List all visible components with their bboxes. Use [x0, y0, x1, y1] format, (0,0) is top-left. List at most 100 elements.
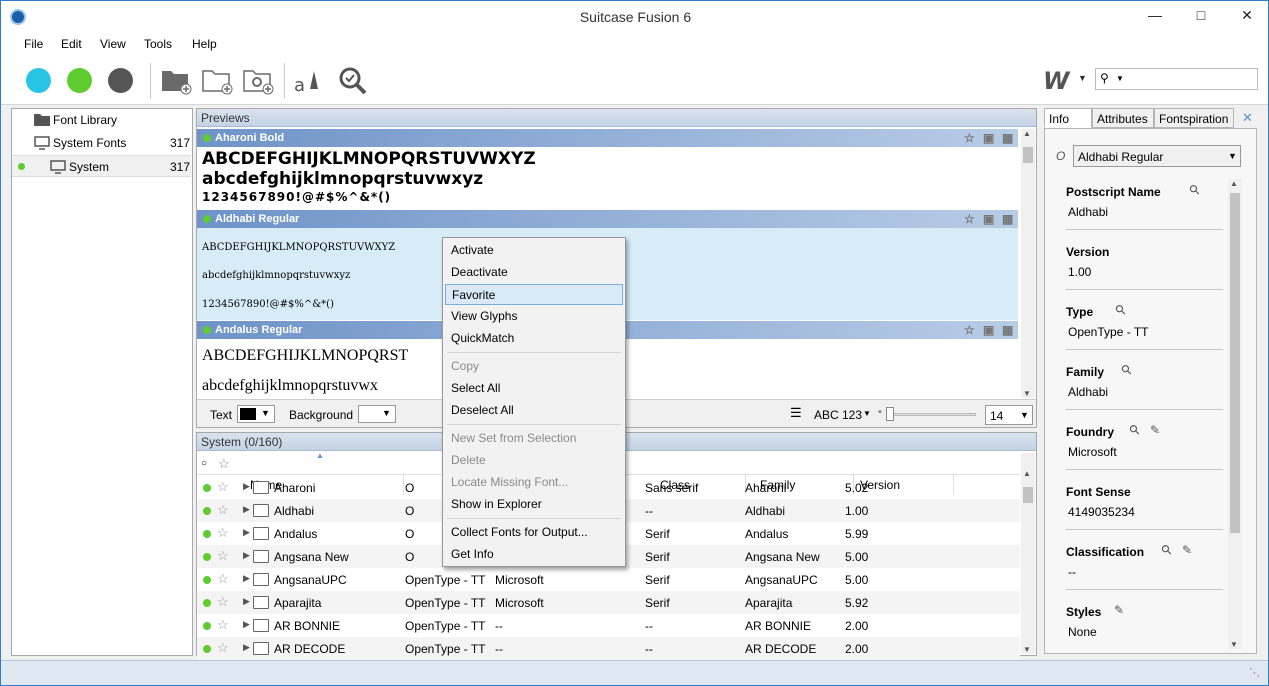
expand-icon[interactable]: ▦	[1002, 131, 1013, 145]
edit-pencil-icon[interactable]: ✎	[1150, 423, 1160, 437]
menu-item-deactivate[interactable]: Deactivate	[445, 262, 623, 283]
webink-logo-icon[interactable]: W	[1043, 69, 1073, 91]
star-icon[interactable]: ☆	[217, 502, 229, 518]
chevron-down-icon[interactable]: ▼	[1023, 389, 1031, 398]
table-row[interactable]: ☆ ▶ AR BONNIE OpenType - TT -- -- AR BONNIE 2.0…	[197, 614, 1020, 637]
chevron-down-icon[interactable]: ▼	[1023, 645, 1031, 654]
search-icon[interactable]: ⚲	[1158, 541, 1176, 559]
expand-triangle-icon[interactable]: ▶	[243, 619, 250, 630]
star-icon[interactable]: ☆	[964, 323, 975, 337]
close-button[interactable]: ✕	[1224, 1, 1268, 31]
expand-icon[interactable]: ▦	[1002, 212, 1013, 226]
activation-column-icon[interactable]: ○	[201, 458, 207, 469]
search-icon[interactable]: ⚲	[1112, 301, 1130, 319]
preview-mode-icon[interactable]: ☰	[790, 405, 802, 421]
scroll-thumb[interactable]	[1023, 487, 1033, 503]
edit-pencil-icon[interactable]: ✎	[1114, 603, 1124, 617]
expand-triangle-icon[interactable]: ▶	[243, 504, 250, 515]
new-set-icon[interactable]	[201, 65, 233, 95]
preview-scrollbar[interactable]: ▲ ▼	[1021, 129, 1035, 398]
chevron-up-icon[interactable]: ▲	[1023, 129, 1031, 138]
star-icon[interactable]: ☆	[217, 640, 229, 656]
camera-icon[interactable]: ▣	[983, 131, 994, 145]
menu-help[interactable]: Help	[192, 37, 217, 51]
new-library-icon[interactable]	[160, 65, 192, 95]
chevron-down-icon[interactable]: ▼	[1116, 74, 1124, 83]
favorite-column-icon[interactable]: ☆	[218, 456, 230, 472]
preview-header-aharoni[interactable]: Aharoni Bold ☆ ▣ ▦	[197, 129, 1018, 147]
active-dot[interactable]	[203, 645, 211, 653]
menu-item-favorite[interactable]: Favorite	[445, 284, 623, 305]
activate-temporary-button[interactable]	[26, 68, 51, 93]
menu-item-quickmatch[interactable]: QuickMatch	[445, 328, 623, 349]
table-row[interactable]: ☆ ▶ AngsanaUPC OpenType - TT Microsoft Serif A…	[197, 568, 1020, 591]
menu-item-activate[interactable]: Activate	[445, 240, 623, 261]
search-icon[interactable]: ⚲	[1126, 421, 1144, 439]
search-input[interactable]: ⚲ ▼	[1095, 68, 1258, 90]
menu-file[interactable]: File	[24, 37, 43, 51]
expand-triangle-icon[interactable]: ▶	[243, 481, 250, 492]
active-dot[interactable]	[203, 553, 211, 561]
table-row[interactable]: ☆ ▶ AR DECODE OpenType - TT -- -- AR DECODE 2.0…	[197, 637, 1020, 660]
tab-attributes[interactable]: Attributes	[1092, 108, 1154, 128]
camera-icon[interactable]: ▣	[983, 212, 994, 226]
scroll-thumb[interactable]	[1230, 193, 1240, 533]
font-selector[interactable]: Aldhabi Regular ▼	[1073, 145, 1241, 167]
tab-info[interactable]: Info	[1044, 108, 1092, 128]
background-color-picker[interactable]: ▼	[358, 405, 396, 423]
expand-triangle-icon[interactable]: ▶	[243, 527, 250, 538]
library-item-font-library[interactable]: Font Library	[12, 109, 191, 131]
expand-triangle-icon[interactable]: ▶	[243, 596, 250, 607]
scroll-thumb[interactable]	[1023, 147, 1033, 163]
star-icon[interactable]: ☆	[964, 131, 975, 145]
menu-item-show-in-explorer[interactable]: Show in Explorer	[445, 494, 623, 515]
star-icon[interactable]: ☆	[217, 525, 229, 541]
chevron-down-icon[interactable]: ▼	[1230, 640, 1238, 649]
library-item-system-fonts[interactable]: System Fonts 317	[12, 132, 191, 154]
quickmatch-icon[interactable]	[337, 65, 369, 95]
menu-item-get-info[interactable]: Get Info	[445, 544, 623, 565]
table-scrollbar[interactable]: ▲ ▼	[1021, 453, 1035, 654]
active-dot[interactable]	[203, 507, 211, 515]
text-color-picker[interactable]: ▼	[237, 405, 275, 423]
chevron-up-icon[interactable]: ▲	[1023, 469, 1031, 478]
star-icon[interactable]: ☆	[217, 479, 229, 495]
menu-item-collect-fonts-for-output[interactable]: Collect Fonts for Output...	[445, 522, 623, 543]
font-sense-icon[interactable]: a	[292, 65, 324, 95]
preview-text-selector[interactable]: ABC 123	[814, 408, 862, 422]
search-icon[interactable]: ⚲	[1118, 361, 1136, 379]
chevron-up-icon[interactable]: ▲	[1230, 179, 1238, 188]
chevron-down-icon[interactable]: ▼	[1078, 73, 1087, 83]
menu-item-select-all[interactable]: Select All	[445, 378, 623, 399]
tab-fontspiration[interactable]: Fontspiration	[1154, 108, 1234, 128]
minimize-button[interactable]: —	[1132, 1, 1178, 31]
active-dot[interactable]	[203, 530, 211, 538]
active-dot[interactable]	[203, 484, 211, 492]
expand-triangle-icon[interactable]: ▶	[243, 573, 250, 584]
menu-item-deselect-all[interactable]: Deselect All	[445, 400, 623, 421]
menu-item-view-glyphs[interactable]: View Glyphs	[445, 306, 623, 327]
activate-permanent-button[interactable]	[67, 68, 92, 93]
info-scrollbar[interactable]: ▲ ▼	[1228, 179, 1242, 649]
expand-triangle-icon[interactable]: ▶	[243, 642, 250, 653]
size-slider[interactable]	[889, 413, 976, 416]
star-icon[interactable]: ☆	[217, 548, 229, 564]
chevron-down-icon[interactable]: ▼	[863, 409, 871, 418]
table-row[interactable]: ☆ ▶ Aparajita OpenType - TT Microsoft Serif Ap…	[197, 591, 1020, 614]
size-slider-handle[interactable]	[886, 407, 894, 421]
star-icon[interactable]: ☆	[217, 617, 229, 633]
resize-grip-icon[interactable]: ⋱	[1249, 666, 1260, 679]
menu-tools[interactable]: Tools	[144, 37, 172, 51]
expand-icon[interactable]: ▦	[1002, 323, 1013, 337]
menu-view[interactable]: View	[100, 37, 126, 51]
star-icon[interactable]: ☆	[964, 212, 975, 226]
search-icon[interactable]: ⚲	[1186, 181, 1204, 199]
active-dot[interactable]	[203, 599, 211, 607]
active-dot[interactable]	[203, 576, 211, 584]
active-dot[interactable]	[203, 622, 211, 630]
preview-header-aldhabi[interactable]: Aldhabi Regular ☆ ▣ ▦	[197, 210, 1018, 228]
star-icon[interactable]: ☆	[217, 594, 229, 610]
close-panel-icon[interactable]: ✕	[1242, 110, 1253, 126]
new-smart-set-icon[interactable]	[242, 65, 274, 95]
expand-triangle-icon[interactable]: ▶	[243, 550, 250, 561]
